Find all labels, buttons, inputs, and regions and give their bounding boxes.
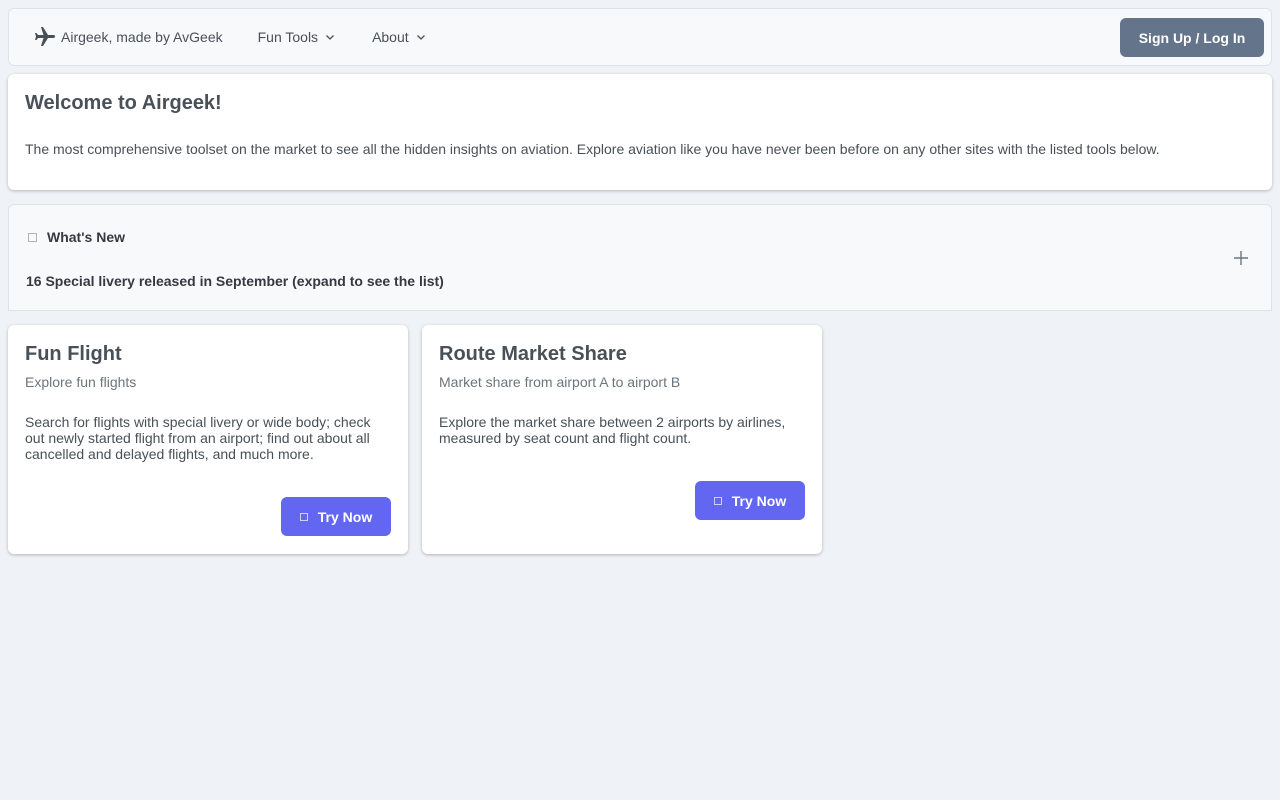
tool-card-route-market-share: Route Market Share Market share from air… xyxy=(422,325,822,554)
chevron-down-icon xyxy=(416,35,425,40)
try-now-label: Try Now xyxy=(731,492,787,509)
card-description: Explore the market share between 2 airpo… xyxy=(439,414,786,446)
chevron-down-icon xyxy=(326,35,335,40)
whats-new-summary: 16 Special livery released in September … xyxy=(26,273,444,289)
card-title: Fun Flight xyxy=(25,343,122,365)
try-now-label: Try Now xyxy=(317,508,373,525)
nav-menu: Fun Tools About xyxy=(258,29,463,45)
airplane-icon xyxy=(35,27,55,46)
nav-item-label: About xyxy=(372,29,409,45)
tool-card-fun-flight: Fun Flight Explore fun flights Search fo… xyxy=(8,325,408,554)
welcome-title: Welcome to Airgeek! xyxy=(25,92,222,114)
try-now-button[interactable]: Try Now xyxy=(695,481,805,520)
news-icon xyxy=(28,232,37,242)
welcome-card: Welcome to Airgeek! The most comprehensi… xyxy=(8,74,1272,190)
plus-icon[interactable] xyxy=(1233,250,1249,266)
card-title: Route Market Share xyxy=(439,343,627,365)
whats-new-panel[interactable]: What's New 16 Special livery released in… xyxy=(8,204,1272,311)
nav-item-fun-tools[interactable]: Fun Tools xyxy=(258,29,335,45)
card-subtitle: Explore fun flights xyxy=(25,374,137,390)
nav-item-about[interactable]: About xyxy=(372,29,426,45)
whats-new-header: What's New xyxy=(26,229,1254,245)
card-description: Search for flights with special livery o… xyxy=(25,414,371,462)
whats-new-title: What's New xyxy=(47,229,126,245)
try-now-button[interactable]: Try Now xyxy=(281,497,391,536)
welcome-text: The most comprehensive toolset on the ma… xyxy=(25,141,1160,157)
brand-link[interactable]: Airgeek, made by AvGeek xyxy=(33,25,223,49)
nav-item-label: Fun Tools xyxy=(257,29,319,45)
top-navbar: Airgeek, made by AvGeek Fun Tools About … xyxy=(8,8,1272,66)
brand-name: Airgeek, made by AvGeek xyxy=(61,29,223,45)
card-subtitle: Market share from airport A to airport B xyxy=(439,374,681,390)
try-now-icon xyxy=(299,512,308,521)
try-now-icon xyxy=(713,496,722,505)
signup-login-button[interactable]: Sign Up / Log In xyxy=(1120,18,1264,57)
